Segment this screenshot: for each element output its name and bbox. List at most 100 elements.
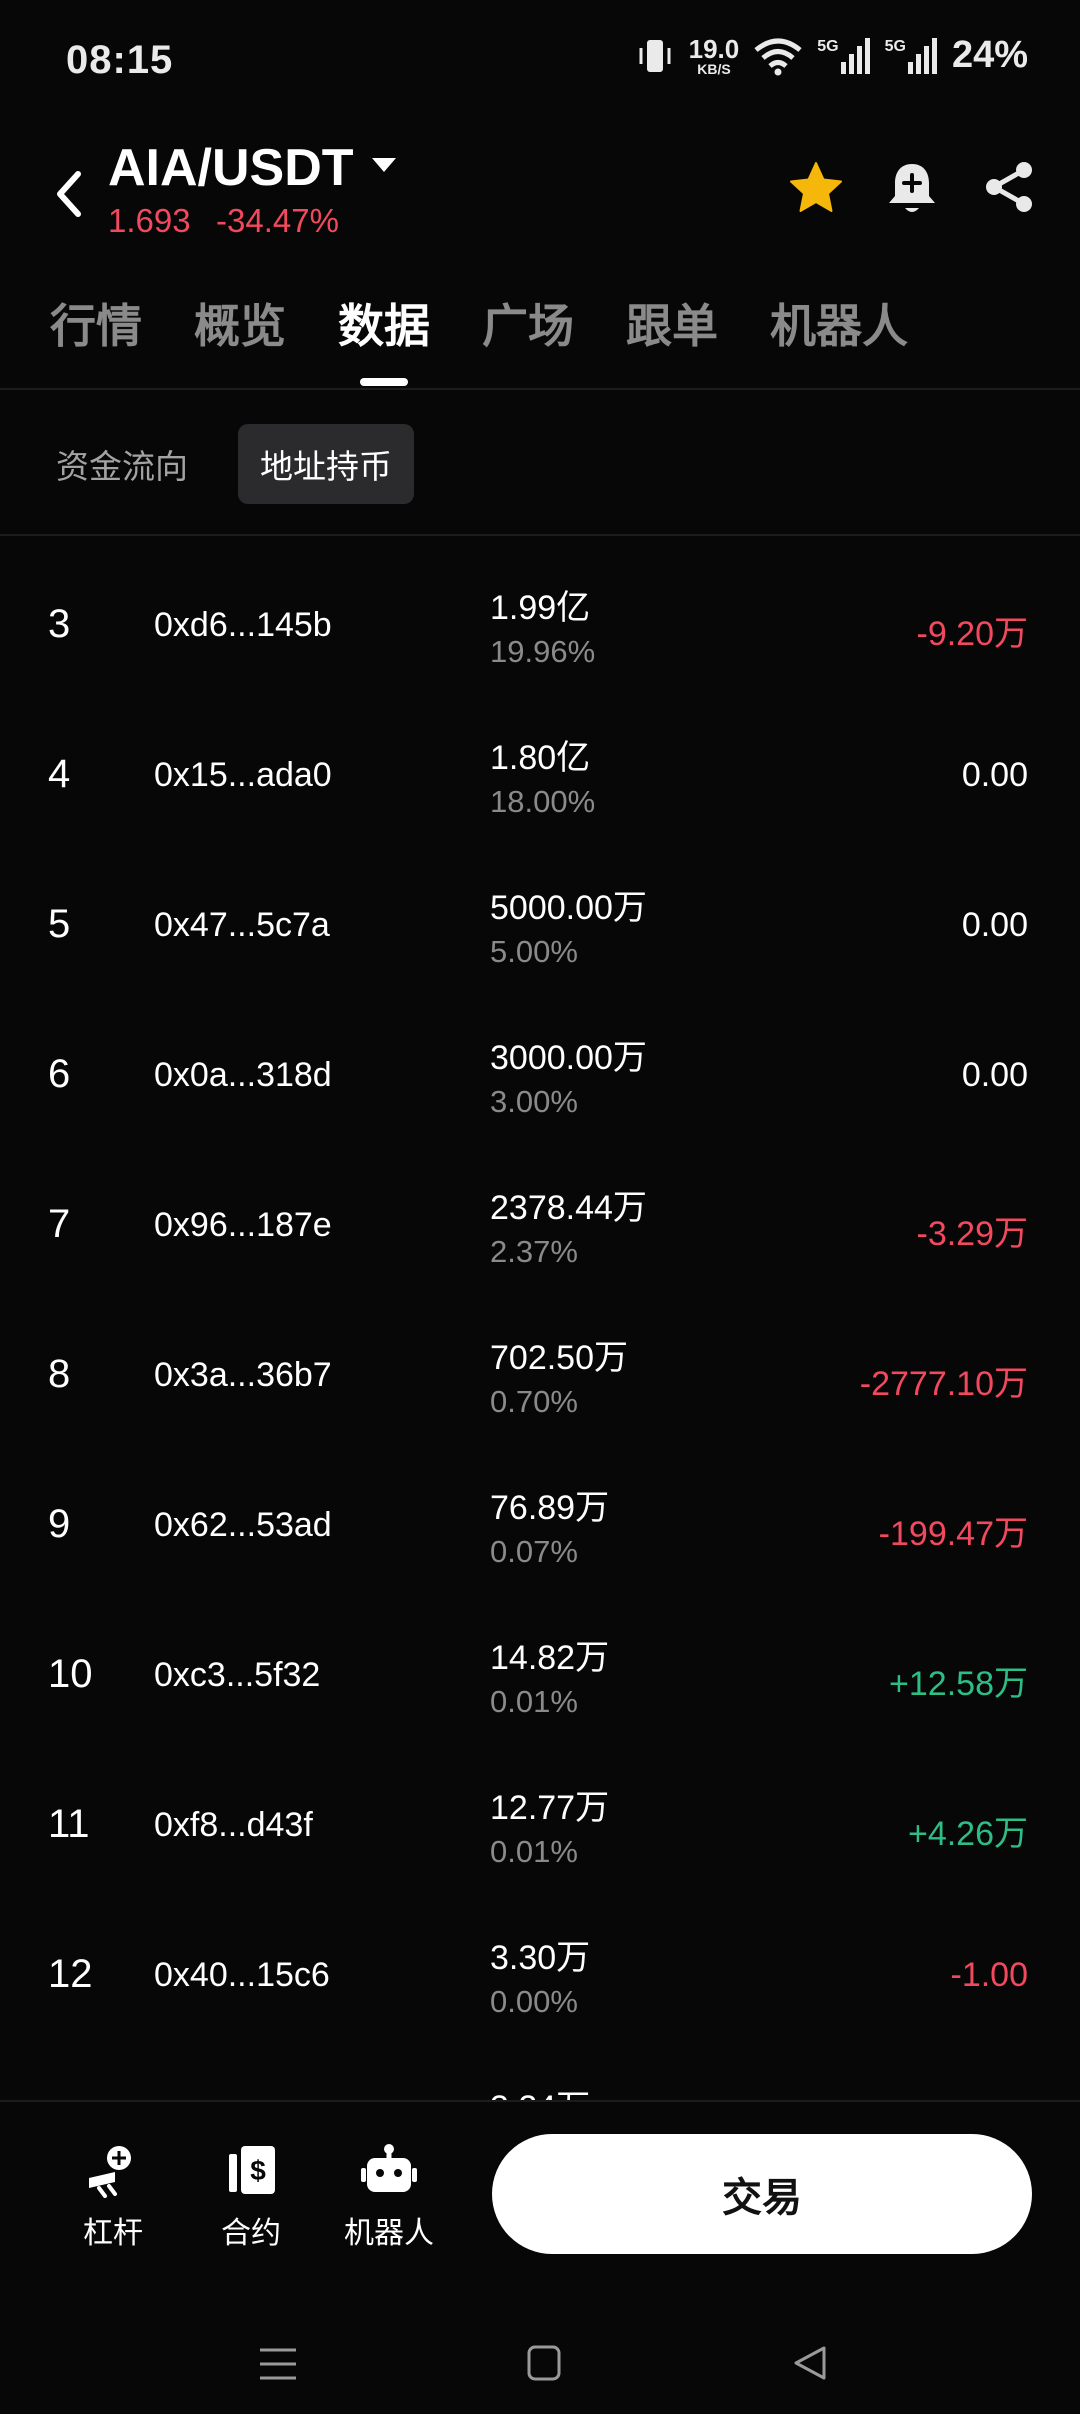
system-nav-bar [0,2300,1080,2414]
contract-button[interactable]: $ 合约 [196,2142,306,2252]
holding-amount: 12.77万 [490,1789,610,1827]
table-row[interactable]: 11 0xf8...d43f 12.77万 0.01% +4.26万 [0,1762,1080,1912]
table-row[interactable]: 5 0x47...5c7a 5000.00万 5.00% 0.00 [0,862,1080,1012]
holding-percent: 18.00% [490,784,596,819]
tab-copy-trade[interactable]: 跟单 [626,290,718,390]
caret-down-icon[interactable] [372,158,396,174]
tab-overview[interactable]: 概览 [194,290,286,390]
table-row[interactable]: 8 0x3a...36b7 702.50万 0.70% -2777.10万 [0,1312,1080,1462]
status-icons: 19.0 KB/S 5G 5G 24% [635,34,1028,77]
star-icon[interactable] [788,160,844,216]
holding-change: 0.00 [961,1056,1028,1094]
holding-amount: 3.30万 [490,1939,591,1977]
trade-button[interactable]: 交易 [492,2134,1032,2254]
sim2-label: 5G [884,37,906,55]
svg-text:$: $ [250,2155,266,2186]
bell-plus-icon[interactable] [884,158,940,218]
signal-icon [840,37,870,74]
divider [0,534,1080,536]
holding-percent: 2.37% [490,1234,578,1269]
holding-amount: 14.82万 [490,1639,610,1677]
holding-change: -199.47万 [878,1515,1028,1553]
tab-market[interactable]: 行情 [50,290,142,390]
pair-title[interactable]: AIA/USDT [108,138,354,198]
leverage-icon [89,2146,131,2198]
back-triangle-icon[interactable] [790,2344,828,2382]
rank: 5 [48,902,71,946]
back-icon[interactable] [48,164,88,224]
main-tabs: 行情 概览 数据 广场 跟单 机器人 [0,290,1080,390]
rank: 8 [48,1352,71,1396]
leverage-label: 杠杆 [83,2217,143,2250]
net-speed-value: 19.0 [688,33,740,64]
signal-icon [907,37,937,74]
address: 0x0a...318d [154,1056,332,1094]
subtab-address-holdings[interactable]: 地址持币 [238,424,414,504]
table-row[interactable]: 10 0xc3...5f32 14.82万 0.01% +12.58万 [0,1612,1080,1762]
holding-change: -1.00 [950,1956,1029,1994]
table-row[interactable]: 9 0x62...53ad 76.89万 0.07% -199.47万 [0,1462,1080,1612]
leverage-button[interactable]: 杠杆 [58,2142,168,2252]
holding-amount: 1.99亿 [490,589,591,627]
sub-tabs: 资金流向 地址持币 [56,424,414,504]
rank: 10 [48,1652,93,1696]
holding-percent: 19.96% [490,634,596,669]
robot-button[interactable]: 机器人 [334,2142,444,2252]
rank: 11 [48,1802,90,1846]
address: 0x96...187e [154,1206,332,1244]
rank: 3 [48,602,71,646]
net-speed: 19.0 KB/S [689,36,740,76]
holding-amount: 76.89万 [490,1489,610,1527]
rank: 9 [48,1502,71,1546]
signal-sim2: 5G [884,37,938,74]
divider [0,388,1080,390]
rank: 4 [48,752,71,796]
holding-percent: 0.01% [490,1834,578,1869]
status-time: 08:15 [66,38,174,82]
pair-change: -34.47% [216,202,339,239]
status-bar: 08:15 19.0 KB/S 5G 5G 24% [0,0,1080,124]
address: 0xf8...d43f [154,1806,313,1844]
tab-data[interactable]: 数据 [338,290,430,390]
menu-icon[interactable] [258,2346,298,2382]
holding-percent: 0.00% [490,1984,578,2019]
share-icon[interactable] [982,160,1036,214]
holding-amount: 1.80亿 [490,739,591,777]
subtab-fund-flow[interactable]: 资金流向 [34,424,210,504]
address: 0x40...15c6 [154,1956,330,1994]
tab-robot[interactable]: 机器人 [770,290,908,390]
pair-price: 1.693 [108,202,191,239]
table-row[interactable]: 12 0x40...15c6 3.30万 0.00% -1.00 [0,1912,1080,2062]
robot-label: 机器人 [344,2217,434,2250]
tab-square[interactable]: 广场 [482,290,574,390]
holding-percent: 0.70% [490,1384,578,1419]
table-row[interactable]: 4 0x15...ada0 1.80亿 18.00% 0.00 [0,712,1080,862]
holding-amount: 3000.00万 [490,1039,647,1077]
holding-amount: 2378.44万 [490,1189,647,1227]
address: 0xd6...145b [154,606,332,644]
address: 0x3a...36b7 [154,1356,332,1394]
holding-amount: 702.50万 [490,1339,628,1377]
table-row[interactable]: 6 0x0a...318d 3000.00万 3.00% 0.00 [0,1012,1080,1162]
holding-change: -3.29万 [916,1215,1029,1253]
holding-percent: 0.01% [490,1684,578,1719]
table-row[interactable]: 7 0x96...187e 2378.44万 2.37% -3.29万 [0,1162,1080,1312]
holding-change: -9.20万 [916,615,1029,653]
holding-change: +12.58万 [889,1665,1028,1703]
holding-amount: 5000.00万 [490,889,647,927]
holding-change: 0.00 [961,756,1028,794]
battery-percent: 24% [951,34,1028,76]
holding-percent: 3.00% [490,1084,578,1119]
table-row[interactable]: 3.24万 [0,2062,1080,2102]
address: 0x62...53ad [154,1506,332,1544]
holding-percent: 0.07% [490,1534,578,1569]
holding-change: +4.26万 [907,1815,1028,1853]
holding-change: -2777.10万 [859,1365,1028,1403]
contract-icon: $ [229,2146,275,2194]
robot-icon [361,2144,417,2192]
sim1-label: 5G [817,37,839,55]
address: 0x15...ada0 [154,756,332,794]
table-row[interactable]: 3 0xd6...145b 1.99亿 19.96% -9.20万 [0,562,1080,712]
rank: 6 [48,1052,71,1096]
home-icon[interactable] [526,2344,562,2382]
